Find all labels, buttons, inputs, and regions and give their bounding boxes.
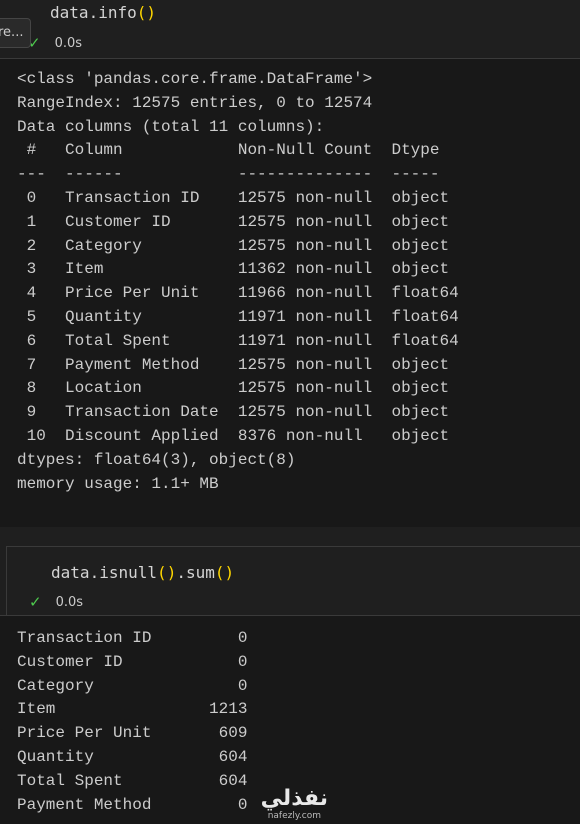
output-line: 2 Category 12575 non-null object <box>26 236 450 255</box>
output-line: Total Spent 604 <box>17 771 248 790</box>
output-line: 3 Item 11362 non-null object <box>26 260 450 279</box>
output-line: --- ------ -------------- ----- <box>17 165 440 184</box>
output-line: Item 1213 <box>17 700 248 719</box>
output-line: <class 'pandas.core.frame.DataFrame'> <box>17 70 373 88</box>
watermark: نفذلي nafezly.com <box>260 786 328 822</box>
output-line: Data columns (total 11 columns): <box>17 117 325 136</box>
output-text: Transaction ID 0 Customer ID 0 Category … <box>17 627 247 817</box>
output-line: Transaction ID 0 <box>17 629 248 647</box>
output-line: 8 Location 12575 non-null object <box>26 379 450 398</box>
cell-status: ✓ 0.0s <box>29 593 83 611</box>
output-line: # Column Non-Null Count Dtype <box>26 141 440 160</box>
output-line: 10 Discount Applied 8376 non-null object <box>26 426 450 445</box>
output-line: Category 0 <box>17 676 248 695</box>
exec-time: 0.0s <box>54 35 83 51</box>
output-line: Price Per Unit 609 <box>17 724 248 743</box>
code-line[interactable]: data.isnull().sum() <box>51 563 234 582</box>
code-text: data.info() <box>50 3 157 22</box>
code-text: data.isnull().sum() <box>51 563 235 582</box>
output-line: 5 Quantity 11971 non-null float64 <box>26 307 459 326</box>
output-line: 4 Price Per Unit 11966 non-null float64 <box>26 284 459 303</box>
output-line: 7 Payment Method 12575 non-null object <box>26 355 450 374</box>
output-line: Quantity 604 <box>17 747 248 766</box>
code-cell-info[interactable]: data.info() ✓ 0.0s re... <box>0 0 580 58</box>
code-cell-isnull[interactable]: data.isnull().sum() ✓ 0.0s <box>6 546 580 615</box>
cell-status: ✓ 0.0s <box>28 34 82 52</box>
output-line: 6 Total Spent 11971 non-null float64 <box>26 331 459 350</box>
watermark-url: nafezly.com <box>267 811 321 821</box>
output-text: <class 'pandas.core.frame.DataFrame'> Ra… <box>17 68 459 496</box>
cell-output-info: <class 'pandas.core.frame.DataFrame'> Ra… <box>0 58 580 527</box>
output-line: memory usage: 1.1+ MB <box>17 474 219 493</box>
output-line: 0 Transaction ID 12575 non-null object <box>26 188 450 207</box>
output-line: Customer ID 0 <box>17 652 248 671</box>
code-line[interactable]: data.info() <box>50 3 156 22</box>
output-line: dtypes: float64(3), object(8) <box>17 450 296 469</box>
cell-label-badge[interactable]: re... <box>0 18 31 48</box>
exec-time: 0.0s <box>55 594 84 610</box>
output-line: 1 Customer ID 12575 non-null object <box>26 212 450 231</box>
output-line: 9 Transaction Date 12575 non-null object <box>26 403 450 422</box>
watermark-logo: نفذلي <box>260 786 328 811</box>
check-icon: ✓ <box>29 593 42 611</box>
output-line: Payment Method 0 <box>17 795 248 814</box>
output-line: RangeIndex: 12575 entries, 0 to 12574 <box>17 93 373 112</box>
